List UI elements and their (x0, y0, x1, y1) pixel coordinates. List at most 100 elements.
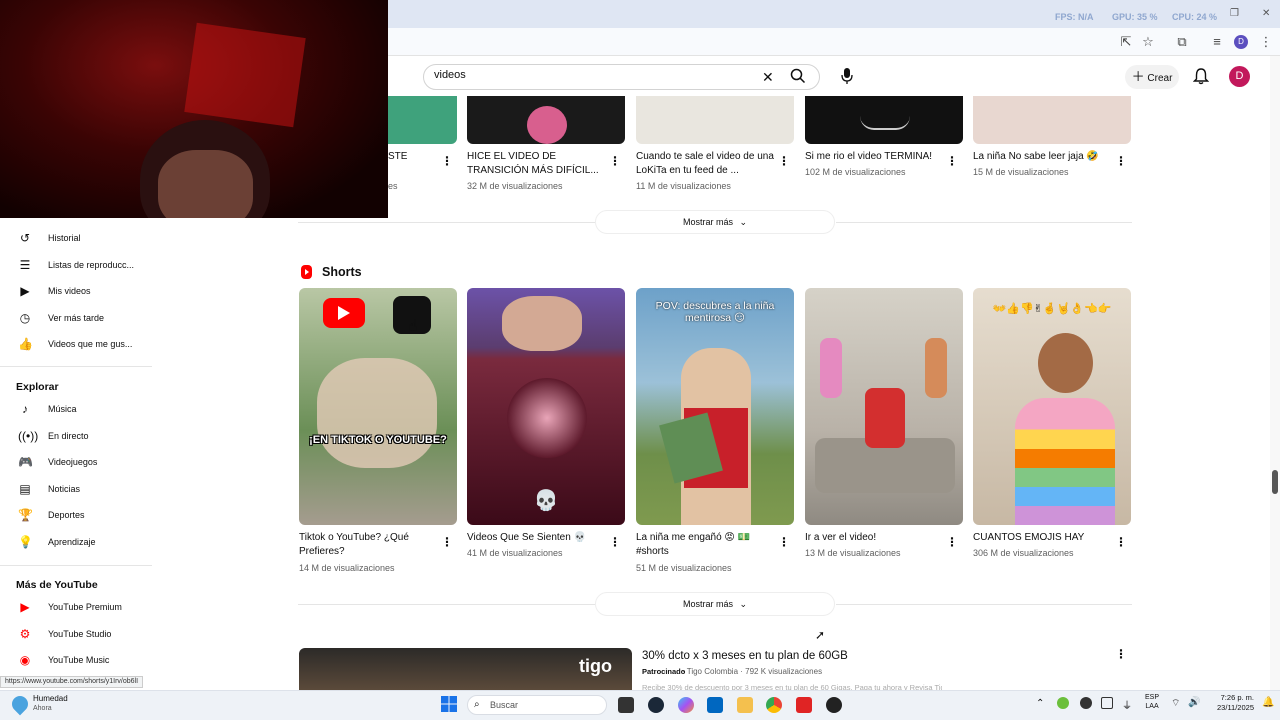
search-icon: ⌕ (474, 699, 480, 710)
file-explorer-icon[interactable] (737, 697, 753, 713)
short-title[interactable]: Tiktok o YouTube? ¿Qué Prefieres? (299, 531, 434, 559)
notifications-bell-icon[interactable] (1192, 68, 1210, 90)
steam-icon[interactable] (648, 697, 664, 713)
short-title[interactable]: Ir a ver el video! (805, 531, 945, 545)
bookmark-star-icon[interactable]: ☆ (1140, 34, 1156, 50)
volume-icon[interactable]: 🔊 (1188, 697, 1200, 708)
short-views: 13 M de visualizaciones (805, 548, 901, 558)
usb-icon[interactable]: ⏚ (1122, 697, 1132, 712)
more-options-icon[interactable]: ⋮ (946, 536, 958, 548)
video-thumbnail[interactable] (805, 96, 963, 144)
more-options-icon[interactable]: ⋮ (441, 536, 453, 548)
more-options-icon[interactable]: ⋮ (1115, 648, 1127, 660)
divider (298, 222, 596, 223)
video-thumbnail[interactable] (388, 96, 457, 144)
ad-thumbnail[interactable]: tigo (299, 648, 632, 690)
notification-center-icon[interactable]: 🔔 (1262, 697, 1274, 708)
short-title[interactable]: La niña me engañó 😡 💵 #shorts (636, 531, 771, 559)
tray-app-icon[interactable] (1080, 697, 1092, 709)
more-options-icon[interactable]: ⋮ (1115, 155, 1127, 167)
wps-office-icon[interactable] (796, 697, 812, 713)
app-icon[interactable] (826, 697, 842, 713)
tray-app-icon[interactable] (1057, 697, 1069, 709)
search-icon[interactable] (790, 68, 806, 87)
video-title[interactable]: La niña No sabe leer jaja 🤣 (973, 150, 1113, 164)
account-avatar[interactable]: D (1229, 66, 1250, 87)
short-title[interactable]: Videos Que Se Sienten 💀 (467, 531, 607, 545)
sidebar-item-watch-later[interactable]: ◷ Ver más tarde (0, 306, 152, 332)
profile-avatar[interactable]: D (1234, 35, 1248, 49)
taskbar-search[interactable]: ⌕ Buscar (467, 695, 607, 715)
sidebar-item-sports[interactable]: 🏆 Deportes (0, 503, 152, 529)
sidebar-item-yt-studio[interactable]: ⚙ YouTube Studio (0, 622, 152, 648)
install-app-icon[interactable]: ⇱ (1118, 34, 1134, 50)
more-options-icon[interactable]: ⋮ (441, 155, 453, 167)
tab-search-icon[interactable]: ≡ (1209, 34, 1225, 50)
skull-emoji: 💀 (533, 490, 559, 512)
language-indicator[interactable]: ESP LAA (1145, 693, 1159, 711)
copilot-icon[interactable] (678, 697, 694, 713)
clock[interactable]: 7:26 p. m. 23/11/2025 (1208, 693, 1254, 713)
short-overlay-text: POV: descubres a la niña mentirosa 😏 (655, 300, 775, 324)
more-options-icon[interactable]: ⋮ (778, 536, 790, 548)
video-thumbnail[interactable] (467, 96, 625, 144)
sidebar-item-liked-videos[interactable]: 👍 Videos que me gus... (0, 332, 152, 358)
create-button[interactable]: ＋ Crear (1125, 65, 1179, 89)
short-thumbnail[interactable]: POV: descubres a la niña mentirosa 😏 (636, 288, 794, 525)
chevron-up-icon[interactable]: ⌃ (1036, 698, 1044, 709)
extensions-icon[interactable]: ⧉ (1174, 34, 1190, 50)
sidebar-item-my-videos[interactable]: ▶ Mis videos (0, 279, 152, 305)
show-more-button[interactable]: Mostrar más ⌄ (595, 592, 835, 616)
short-title[interactable]: CUANTOS EMOJIS HAY (973, 531, 1113, 545)
task-view-icon[interactable] (618, 697, 634, 713)
search-input[interactable] (434, 69, 734, 81)
sidebar-item-history[interactable]: ↺ Historial (0, 226, 152, 252)
plus-icon: ＋ (1131, 69, 1145, 84)
search-box[interactable]: ✕ (423, 64, 820, 90)
video-title[interactable]: Si me rio el video TERMINA! (805, 150, 950, 164)
short-thumbnail[interactable]: 👐👍👎✌🤞🤘👌👈👉 (973, 288, 1131, 525)
windows-start-icon[interactable] (441, 696, 457, 712)
sidebar-item-news[interactable]: ▤ Noticias (0, 477, 152, 503)
more-options-icon[interactable]: ⋮ (778, 155, 790, 167)
yt-music-icon: ◉ (19, 653, 31, 667)
video-title[interactable]: Cuando te sale el video de una LoKiTa en… (636, 150, 776, 178)
window-close-icon[interactable]: ✕ (1262, 8, 1270, 19)
wifi-icon[interactable]: ⌔ (1171, 697, 1180, 710)
short-thumbnail[interactable]: ¡EN TIKTOK O YOUTUBE? (299, 288, 457, 525)
like-icon: 👍 (18, 337, 33, 351)
scrollbar-thumb[interactable] (1272, 470, 1278, 494)
store-icon[interactable] (707, 697, 723, 713)
page-scrollbar[interactable] (1270, 56, 1280, 690)
more-options-icon[interactable]: ⋮ (609, 536, 621, 548)
video-title[interactable]: STE (388, 150, 408, 164)
more-options-icon[interactable]: ⋮ (609, 155, 621, 167)
short-thumbnail[interactable]: 💀 (467, 288, 625, 525)
show-more-button[interactable]: Mostrar más ⌄ (595, 210, 835, 234)
tray-app-icon[interactable] (1101, 697, 1113, 709)
sidebar-item-live[interactable]: ((•)) En directo (0, 424, 152, 450)
sidebar-item-playlists[interactable]: ☰ Listas de reproducc... (0, 253, 152, 279)
short-thumbnail[interactable] (805, 288, 963, 525)
chevron-down-icon: ⌄ (739, 217, 748, 227)
voice-search-icon[interactable] (837, 67, 857, 87)
sidebar-item-learning[interactable]: 💡 Aprendizaje (0, 530, 152, 556)
video-thumbnail[interactable] (973, 96, 1131, 144)
chevron-down-icon: ⌄ (739, 599, 748, 609)
clear-search-icon[interactable]: ✕ (762, 69, 774, 86)
window-restore-icon[interactable]: ❐ (1230, 8, 1239, 19)
video-thumbnail[interactable] (636, 96, 794, 144)
sidebar-item-gaming[interactable]: 🎮 Videojuegos (0, 450, 152, 476)
more-options-icon[interactable]: ⋮ (1115, 536, 1127, 548)
browser-menu-icon[interactable]: ⋮ (1258, 34, 1274, 50)
sidebar-item-yt-music[interactable]: ◉ YouTube Music (0, 648, 152, 674)
sidebar-item-music[interactable]: ♪ Música (0, 397, 152, 423)
more-options-icon[interactable]: ⋮ (946, 155, 958, 167)
sports-icon: 🏆 (18, 508, 33, 522)
sidebar-item-yt-premium[interactable]: ▶ YouTube Premium (0, 595, 152, 621)
weather-label[interactable]: Humedad (33, 694, 68, 703)
ad-title[interactable]: 30% dcto x 3 meses en tu plan de 60GB (642, 650, 848, 662)
short-views: 51 M de visualizaciones (636, 563, 732, 573)
chrome-icon[interactable] (766, 697, 782, 713)
video-title[interactable]: HICE EL VIDEO DE TRANSICIÓN MÁS DIFÍCIL.… (467, 150, 607, 178)
